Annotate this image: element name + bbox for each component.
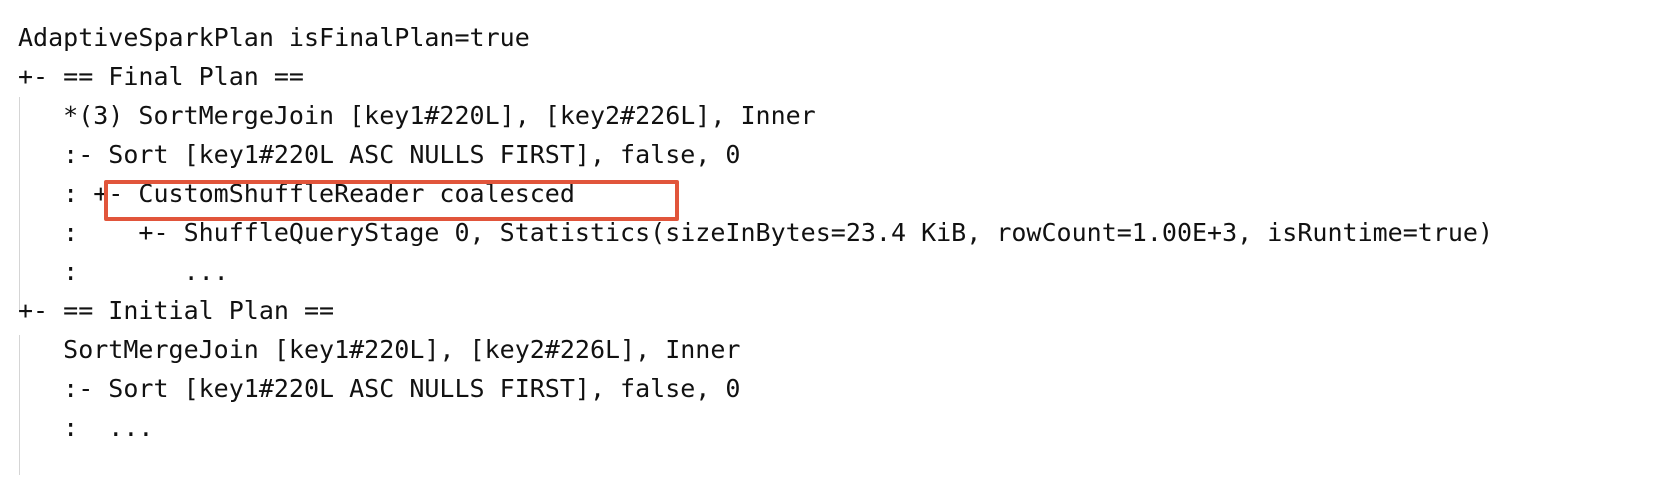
plan-line-root: AdaptiveSparkPlan isFinalPlan=true [18, 23, 530, 52]
plan-line-ellipsis-final: : ... [18, 257, 229, 286]
custom-shuffle-reader-highlight-box [104, 180, 679, 221]
plan-line-sort-final: :- Sort [key1#220L ASC NULLS FIRST], fal… [18, 140, 741, 169]
plan-line-initial-plan-header: +- == Initial Plan == [18, 296, 335, 325]
plan-line-sort-initial: :- Sort [key1#220L ASC NULLS FIRST], fal… [18, 374, 741, 403]
plan-line-sort-merge-join-final: *(3) SortMergeJoin [key1#220L], [key2#22… [18, 101, 816, 130]
query-plan-output: AdaptiveSparkPlan isFinalPlan=true +- ==… [0, 0, 1679, 494]
plan-line-sort-merge-join-initial: SortMergeJoin [key1#220L], [key2#226L], … [18, 335, 741, 364]
plan-line-final-plan-header: +- == Final Plan == [18, 62, 304, 91]
plan-line-ellipsis-initial: : ... [18, 413, 154, 442]
